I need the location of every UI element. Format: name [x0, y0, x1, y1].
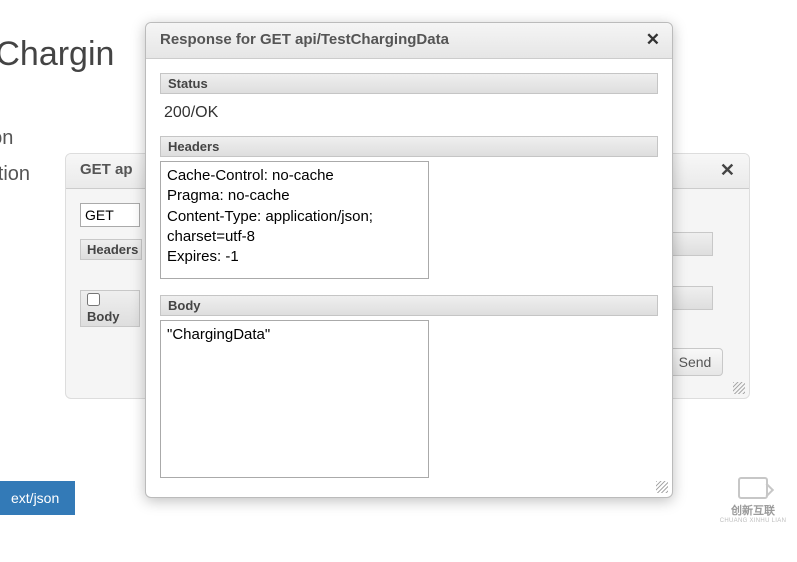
response-dialog: Response for GET api/TestChargingData ✕ …: [145, 22, 673, 498]
status-value: 200/OK: [160, 94, 658, 136]
headers-section-label: Headers: [160, 136, 658, 157]
response-body-textarea[interactable]: [160, 320, 429, 478]
headers-section-label: Headers: [80, 239, 142, 260]
close-icon[interactable]: ✕: [646, 30, 660, 50]
test-panel-title: GET ap: [80, 161, 133, 178]
http-method-input[interactable]: [80, 203, 140, 227]
dialog-title: Response for GET api/TestChargingData: [160, 31, 449, 48]
body-checkbox-label: Body: [87, 309, 120, 324]
watermark-text-en: CHUANG XINHU LIAN: [719, 518, 787, 524]
resize-handle-icon[interactable]: [733, 382, 745, 394]
status-section-label: Status: [160, 73, 658, 94]
watermark-logo-icon: [738, 477, 768, 499]
page-title: estChargin: [0, 35, 114, 74]
body-section-label: Body: [160, 295, 658, 316]
dialog-header: Response for GET api/TestChargingData ✕: [146, 23, 672, 59]
watermark-text-cn: 创新互联: [719, 502, 787, 518]
send-button[interactable]: Send: [667, 348, 723, 376]
resize-handle-icon[interactable]: [656, 481, 668, 493]
body-checkbox[interactable]: [87, 293, 100, 306]
nav-item[interactable]: on: [0, 362, 30, 386]
body-section-label[interactable]: Body: [80, 290, 140, 327]
content-type-button[interactable]: ext/json: [0, 481, 75, 515]
close-icon[interactable]: ✕: [720, 160, 735, 181]
nav-item[interactable]: mation: [0, 162, 30, 186]
response-headers-textarea[interactable]: [160, 161, 429, 279]
nav-item[interactable]: ation: [0, 126, 30, 150]
watermark: 创新互联 CHUANG XINHU LIAN: [719, 477, 787, 521]
